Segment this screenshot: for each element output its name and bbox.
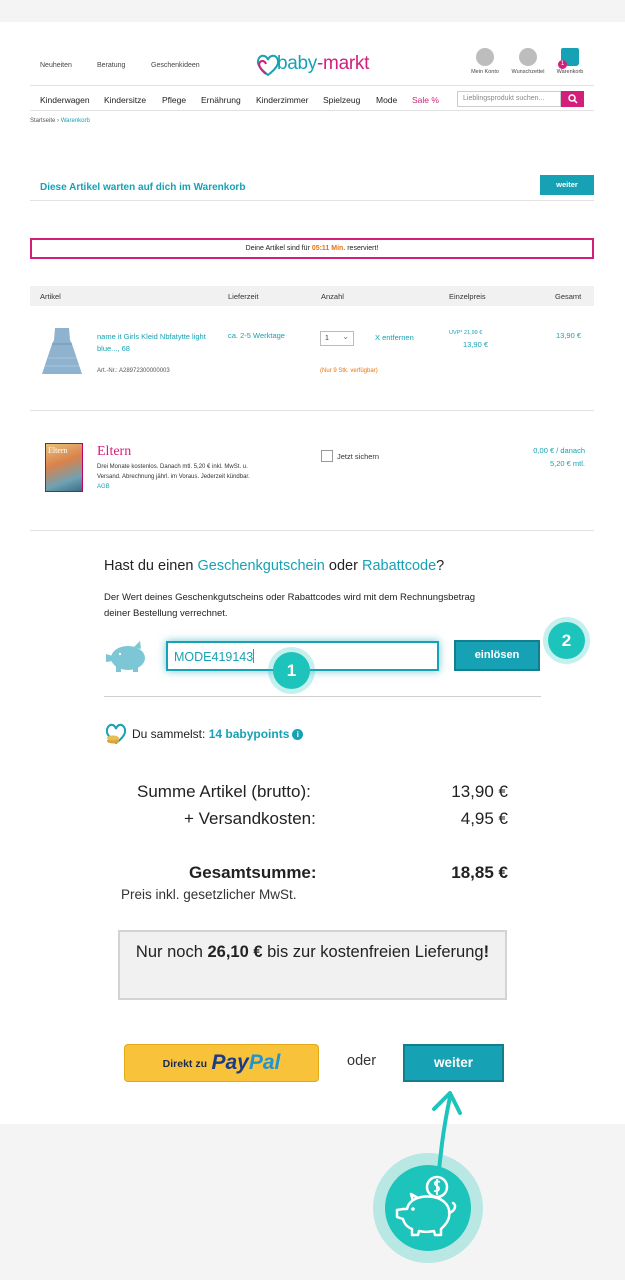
uvp-price: UVP* 21,99 € bbox=[449, 330, 483, 336]
quantity-select[interactable]: 1 bbox=[320, 331, 354, 346]
continue-button-top[interactable]: weiter bbox=[540, 175, 594, 195]
column-header: Gesamt bbox=[555, 292, 582, 301]
divider bbox=[30, 200, 594, 201]
grand-total-value: 18,85 € bbox=[451, 863, 508, 882]
column-header: Artikel bbox=[40, 292, 61, 301]
search-button[interactable] bbox=[561, 91, 584, 107]
row-total: 13,90 € bbox=[556, 331, 582, 340]
discount-code-term: Rabattcode bbox=[361, 558, 437, 574]
info-icon[interactable]: i bbox=[292, 729, 304, 740]
stock-note: (Nur 9 Stk. verfügbar) bbox=[320, 368, 378, 374]
divider bbox=[30, 410, 594, 411]
reservation-timer: 05:11 Min. bbox=[311, 245, 346, 252]
category-spielzeug[interactable]: Spielzeug bbox=[323, 95, 360, 105]
shipping-label: + Versandkosten: bbox=[184, 809, 316, 828]
or-text: oder bbox=[347, 1053, 377, 1069]
paypal-button[interactable]: Direkt zu PayPal bbox=[124, 1044, 319, 1082]
category-kinderwagen[interactable]: Kinderwagen bbox=[40, 95, 90, 105]
reservation-notice: Deine Artikel sind für 05:11 Min. reserv… bbox=[30, 238, 594, 259]
article-number: Art.-Nr.: A28972300000003 bbox=[97, 368, 170, 374]
voucher-heading: Hast du einen Geschenkgutschein oder Rab… bbox=[104, 558, 445, 574]
grand-total-label: Gesamtsumme: bbox=[189, 863, 317, 882]
category-mode[interactable]: Mode bbox=[376, 95, 397, 105]
cart-count-badge: 1 bbox=[558, 60, 567, 69]
category-sale[interactable]: Sale % bbox=[412, 95, 439, 105]
babypoints-value: 14 babypoints bbox=[208, 727, 290, 741]
heart-icon bbox=[519, 48, 537, 66]
magazine-cover-image: Eltern bbox=[45, 443, 83, 492]
agb-link[interactable]: AGB bbox=[97, 484, 110, 490]
category-pflege[interactable]: Pflege bbox=[162, 95, 186, 105]
piggy-bank-coin-icon bbox=[395, 1175, 457, 1237]
divider bbox=[104, 696, 541, 697]
gift-card-term: Geschenkgutschein bbox=[197, 558, 325, 574]
step-1-marker: 1 bbox=[273, 652, 310, 689]
nav-link-beratung[interactable]: Beratung bbox=[97, 62, 125, 69]
user-icon bbox=[476, 48, 494, 66]
offer-price: 0,00 € / danach 5,20 € mtl. bbox=[533, 446, 585, 468]
divider bbox=[30, 110, 594, 111]
offer-checkbox[interactable] bbox=[321, 450, 333, 462]
column-header: Lieferzeit bbox=[228, 292, 259, 301]
shopping-bag-icon: 1 bbox=[558, 48, 579, 69]
redeem-button[interactable]: einlösen bbox=[454, 640, 540, 671]
column-header: Einzelpreis bbox=[449, 292, 486, 301]
babypoints-text: Du sammelst: 14 babypoints i bbox=[132, 727, 304, 741]
offer-description: Drei Monate kostenlos. Danach mtl. 5,20 … bbox=[97, 464, 250, 490]
divider bbox=[30, 530, 594, 531]
piggy-bank-badge bbox=[373, 1153, 483, 1263]
subtotal-value: 13,90 € bbox=[451, 782, 508, 801]
delivery-time: ca. 2-5 Werktage bbox=[228, 331, 285, 340]
table-header: Artikel Lieferzeit Anzahl Einzelpreis Ge… bbox=[30, 286, 594, 306]
nav-link-geschenkideen[interactable]: Geschenkideen bbox=[151, 62, 200, 69]
logo-text: baby-markt bbox=[277, 53, 370, 74]
continue-button[interactable]: weiter bbox=[403, 1044, 504, 1082]
search-input[interactable]: Lieblingsprodukt suchen... bbox=[457, 91, 561, 107]
logo[interactable]: baby-markt bbox=[255, 50, 373, 80]
breadcrumb-home[interactable]: Startseite bbox=[30, 118, 55, 124]
vat-note: Preis inkl. gesetzlicher MwSt. bbox=[121, 887, 297, 902]
breadcrumb: Startseite › Warenkorb bbox=[30, 118, 90, 124]
voucher-description: Der Wert deines Geschenkgutscheins oder … bbox=[104, 592, 476, 619]
remove-item-link[interactable]: X entfernen bbox=[375, 333, 414, 342]
offer-checkbox-label[interactable]: Jetzt sichern bbox=[337, 452, 379, 461]
remaining-amount: 26,10 € bbox=[207, 943, 263, 961]
category-ernaehrung[interactable]: Ernährung bbox=[201, 95, 241, 105]
free-shipping-notice: Nur noch 26,10 € bis zur kostenfreien Li… bbox=[118, 930, 507, 1000]
piggy-bank-icon bbox=[106, 641, 145, 672]
account-link[interactable]: Mein Konto bbox=[463, 48, 507, 75]
shipping-value: 4,95 € bbox=[460, 809, 508, 828]
page-title: Diese Artikel warten auf dich im Warenko… bbox=[40, 182, 246, 193]
babypoints-icon bbox=[105, 723, 127, 745]
step-2-marker: 2 bbox=[548, 622, 585, 659]
offer-title: Eltern bbox=[97, 444, 132, 459]
unit-price: 13,90 € bbox=[463, 340, 489, 349]
subtotal-label: Summe Artikel (brutto): bbox=[137, 782, 311, 801]
breadcrumb-current[interactable]: Warenkorb bbox=[61, 118, 90, 124]
product-image[interactable] bbox=[40, 326, 84, 378]
column-header: Anzahl bbox=[321, 292, 344, 301]
nav-link-neuheiten[interactable]: Neuheiten bbox=[40, 62, 72, 69]
product-name-link[interactable]: name it Girls Kleid Nbfatytte light blue… bbox=[97, 331, 217, 355]
wishlist-link[interactable]: Wunschzettel bbox=[506, 48, 550, 75]
category-kinderzimmer[interactable]: Kinderzimmer bbox=[256, 95, 308, 105]
divider bbox=[30, 85, 594, 86]
cart-link[interactable]: 1 Warenkorb bbox=[548, 48, 592, 75]
search-icon bbox=[567, 94, 578, 104]
category-kindersitze[interactable]: Kindersitze bbox=[104, 95, 146, 105]
